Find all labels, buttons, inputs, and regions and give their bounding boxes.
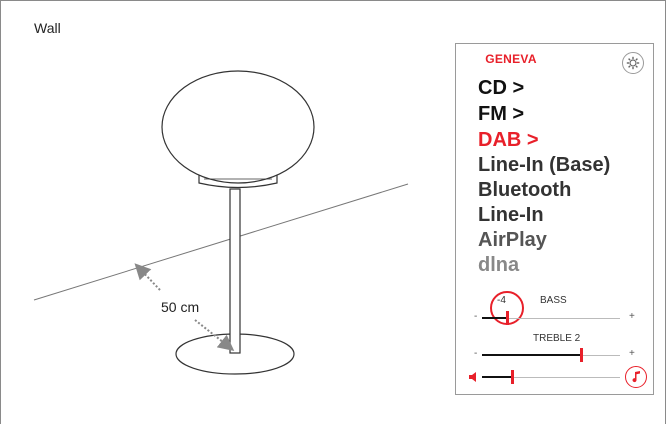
treble-plus[interactable]: + xyxy=(629,348,635,359)
lamp-pole xyxy=(229,188,241,354)
treble-minus[interactable]: - xyxy=(474,348,477,359)
bass-plus[interactable]: + xyxy=(629,311,635,322)
lamp-globe xyxy=(161,70,315,184)
bass-value: -4 xyxy=(497,295,506,306)
bass-label: BASS xyxy=(540,295,567,306)
gear-icon xyxy=(626,56,640,70)
distance-label: 50 cm xyxy=(161,299,200,315)
settings-button[interactable] xyxy=(622,52,644,74)
lamp-illustration xyxy=(33,70,409,375)
source-line-in-base[interactable]: Line-In (Base) xyxy=(478,153,610,177)
wall-floor-line xyxy=(33,183,409,301)
treble-track-fill xyxy=(482,354,582,356)
bass-track-fill xyxy=(482,317,507,319)
source-bluetooth[interactable]: Bluetooth xyxy=(478,178,571,202)
treble-label: TREBLE 2 xyxy=(533,333,581,344)
bass-minus[interactable]: - xyxy=(474,311,477,322)
brand-label: GENEVA xyxy=(485,52,537,66)
music-button[interactable] xyxy=(625,366,647,388)
source-cd[interactable]: CD > xyxy=(478,76,524,100)
bass-slider-thumb[interactable] xyxy=(505,311,509,325)
speaker-icon xyxy=(469,372,476,382)
distance-arrow-upper xyxy=(134,263,161,291)
treble-slider-thumb[interactable] xyxy=(580,348,584,362)
source-dlna[interactable]: dlna xyxy=(478,253,519,277)
volume-slider-thumb[interactable] xyxy=(511,370,515,384)
wall-floor-gap-mask xyxy=(299,209,313,216)
geneva-control-panel: GENEVA CD > FM > DAB > Line-In (Base) Bl… xyxy=(455,43,654,395)
source-line-in[interactable]: Line-In xyxy=(478,203,544,227)
volume-track-fill xyxy=(482,376,513,378)
source-fm[interactable]: FM > xyxy=(478,102,524,126)
source-airplay[interactable]: AirPlay xyxy=(478,228,547,252)
music-note-icon xyxy=(632,371,640,383)
source-dab[interactable]: DAB > xyxy=(478,128,539,152)
